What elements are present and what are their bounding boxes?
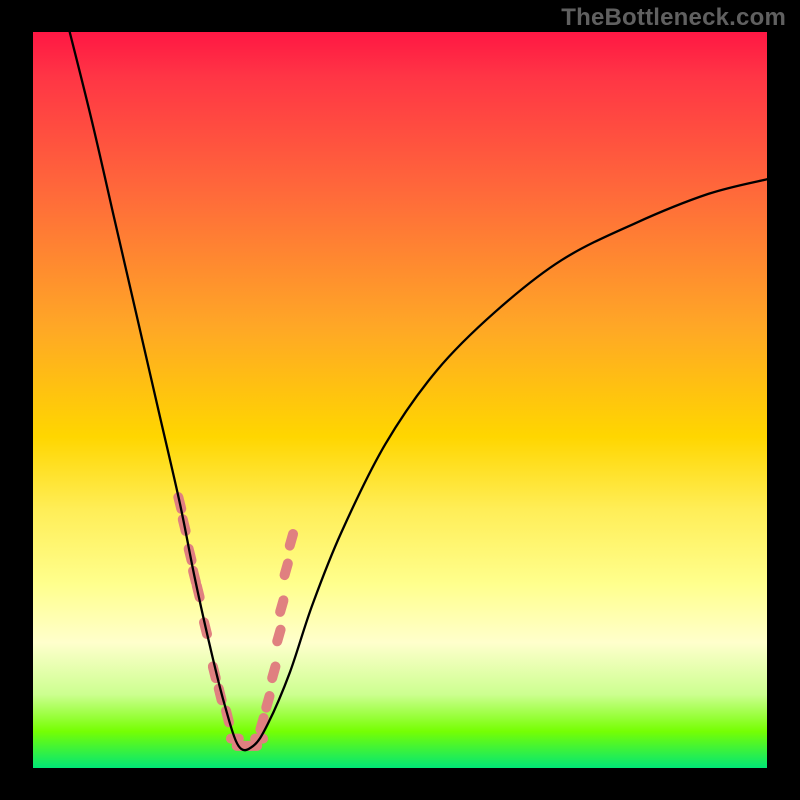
watermark-text: TheBottleneck.com [561, 4, 786, 32]
highlight-dot [274, 594, 290, 618]
highlight-dot [284, 528, 300, 552]
chart-overlay-svg [33, 32, 767, 768]
highlight-dot [271, 624, 287, 648]
dot-cluster-group [172, 491, 299, 751]
highlight-dot [266, 660, 282, 684]
chart-container: TheBottleneck.com [0, 0, 800, 800]
bottleneck-curve [70, 32, 767, 750]
highlight-dot [278, 557, 294, 581]
